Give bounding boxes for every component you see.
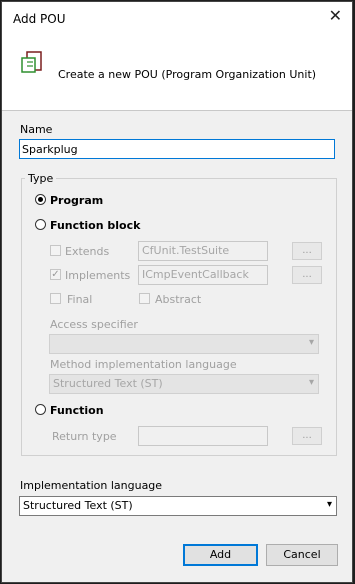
method-impl-label: Method implementation language: [50, 358, 237, 371]
abstract-label: Abstract: [155, 293, 202, 306]
extends-browse-button[interactable]: ...: [292, 242, 322, 260]
final-checkbox[interactable]: [50, 293, 61, 304]
chevron-down-icon: ▾: [308, 337, 314, 348]
radio-selected-dot: [38, 197, 43, 202]
name-label: Name: [20, 123, 53, 136]
implementation-language-label: Implementation language: [20, 479, 163, 492]
chevron-down-icon: ▾: [308, 377, 314, 388]
dialog-header: Create a new POU (Program Organization U…: [2, 32, 352, 111]
return-type-field[interactable]: [138, 426, 268, 446]
cancel-button[interactable]: Cancel: [266, 544, 338, 566]
implementation-language-select[interactable]: Structured Text (ST) ▾: [19, 496, 337, 516]
add-pou-dialog: Add POU ✕ Create a new POU (Program Orga…: [1, 1, 353, 583]
function-label: Function: [50, 404, 104, 417]
close-icon[interactable]: ✕: [329, 8, 342, 24]
program-label: Program: [50, 194, 104, 207]
implements-label: Implements: [65, 269, 131, 282]
access-specifier-label: Access specifier: [50, 318, 138, 331]
program-radio[interactable]: [35, 194, 46, 205]
return-type-browse-button[interactable]: ...: [292, 427, 322, 445]
name-input[interactable]: [19, 139, 335, 159]
method-impl-value: Structured Text (ST): [53, 377, 163, 390]
access-specifier-select[interactable]: ▾: [49, 334, 319, 354]
extends-label: Extends: [65, 245, 110, 258]
final-label: Final: [67, 293, 93, 306]
title-bar: Add POU ✕: [2, 2, 352, 32]
dialog-title: Add POU: [13, 12, 66, 26]
pou-icon: [21, 51, 42, 73]
abstract-checkbox[interactable]: [139, 293, 150, 304]
function-block-label: Function block: [50, 219, 141, 232]
extends-field[interactable]: CfUnit.TestSuite: [138, 241, 268, 261]
implementation-language-value: Structured Text (ST): [23, 499, 133, 512]
header-text: Create a new POU (Program Organization U…: [58, 68, 317, 81]
type-group-legend: Type: [25, 172, 57, 185]
method-impl-select[interactable]: Structured Text (ST) ▾: [49, 374, 319, 394]
implements-browse-button[interactable]: ...: [292, 266, 322, 284]
return-type-label: Return type: [52, 430, 117, 443]
add-button[interactable]: Add: [183, 544, 258, 566]
function-radio[interactable]: [35, 404, 46, 415]
chevron-down-icon: ▾: [326, 499, 332, 510]
function-block-radio[interactable]: [35, 219, 46, 230]
implements-checkbox[interactable]: ✓: [50, 269, 61, 280]
implements-field[interactable]: ICmpEventCallback: [138, 265, 268, 285]
extends-checkbox[interactable]: [50, 245, 61, 256]
